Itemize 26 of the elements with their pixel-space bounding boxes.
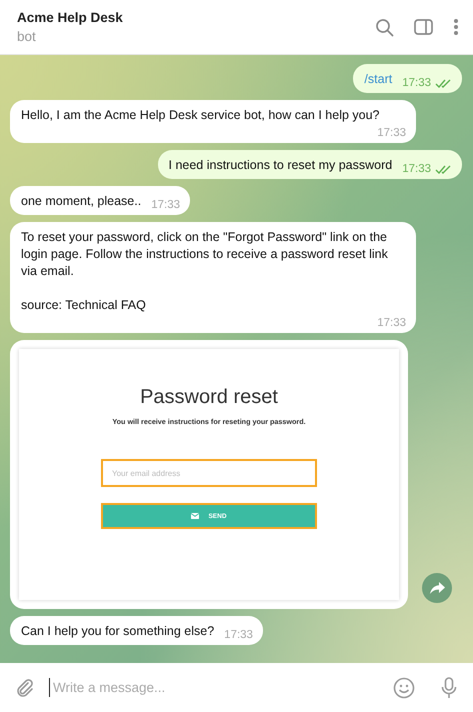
chat-subtitle: bot bbox=[17, 29, 37, 44]
envelope-icon bbox=[191, 513, 200, 519]
message-text: Hello, I am the Acme Help Desk service bot, how can I help you? bbox=[21, 107, 380, 124]
message-text: To reset your password, click on the "Forgot Password" link on the login page. Follow the instructions to receive a password reset link via email. bbox=[21, 229, 389, 280]
chat-title: Acme Help Desk bbox=[17, 10, 124, 25]
command-link[interactable]: /start bbox=[364, 71, 392, 88]
search-icon[interactable] bbox=[375, 18, 394, 36]
message-text: source: Technical FAQ bbox=[21, 297, 147, 314]
message-text: one moment, please.. bbox=[21, 193, 142, 210]
message-text: I need instructions to reset my password bbox=[168, 157, 392, 174]
smiley-icon[interactable] bbox=[393, 676, 415, 698]
share-arrow-icon bbox=[430, 582, 444, 594]
message-text: Can I help you for something else? bbox=[21, 623, 214, 640]
more-icon[interactable] bbox=[453, 18, 459, 36]
message-time: 17:33 bbox=[402, 162, 431, 176]
microphone-icon[interactable] bbox=[441, 676, 457, 698]
page-title: Password reset bbox=[140, 386, 278, 409]
message-time: 17:33 bbox=[377, 316, 406, 330]
paperclip-icon[interactable] bbox=[15, 678, 35, 698]
message-time: 17:33 bbox=[224, 628, 253, 642]
email-field[interactable]: Your email address bbox=[101, 459, 317, 487]
forward-button[interactable] bbox=[422, 573, 452, 603]
message-time: 17:33 bbox=[402, 76, 431, 90]
sidebar-toggle-icon[interactable] bbox=[414, 19, 433, 35]
message-time: 17:33 bbox=[377, 126, 406, 140]
message-time: 17:33 bbox=[151, 198, 180, 212]
